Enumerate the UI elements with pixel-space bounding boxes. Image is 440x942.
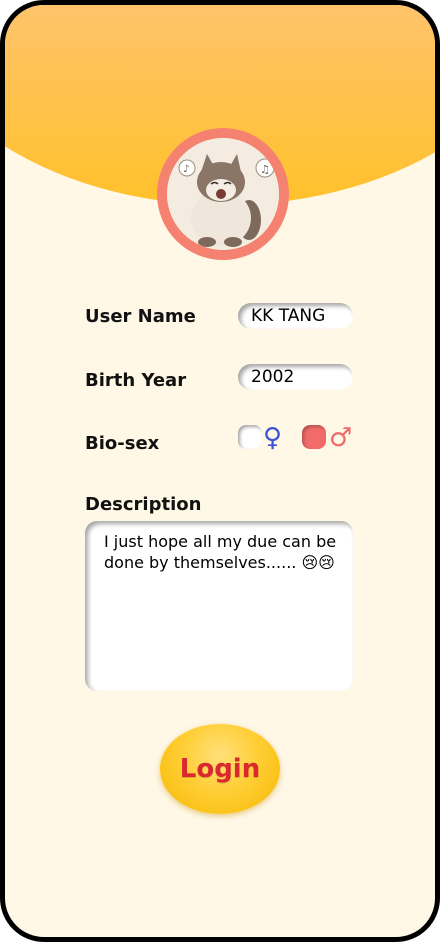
female-radio[interactable] — [238, 425, 262, 449]
avatar[interactable]: ♪ ♫ — [157, 128, 289, 260]
male-symbol-icon: ♂ — [329, 423, 353, 453]
biosex-label: Bio-sex — [85, 433, 160, 454]
svg-text:♫: ♫ — [260, 163, 270, 176]
description-label: Description — [85, 494, 202, 515]
svg-text:♪: ♪ — [183, 164, 189, 175]
login-button-label: Login — [179, 754, 261, 784]
login-button[interactable]: Login — [160, 724, 280, 814]
cat-avatar-image: ♪ ♫ — [167, 138, 279, 250]
male-radio[interactable] — [302, 425, 326, 449]
birthyear-label: Birth Year — [85, 370, 187, 391]
phone-frame: ♪ ♫ User Name KK TANG Birth Year 2002 Bi… — [0, 0, 440, 942]
cat-illustration-icon: ♪ ♫ — [167, 138, 279, 250]
description-textarea[interactable]: I just hope all my due can be done by th… — [85, 521, 353, 691]
female-symbol-icon: ♀ — [263, 423, 283, 453]
username-field[interactable]: KK TANG — [238, 303, 353, 329]
username-label: User Name — [85, 306, 196, 327]
birthyear-field[interactable]: 2002 — [238, 364, 353, 390]
